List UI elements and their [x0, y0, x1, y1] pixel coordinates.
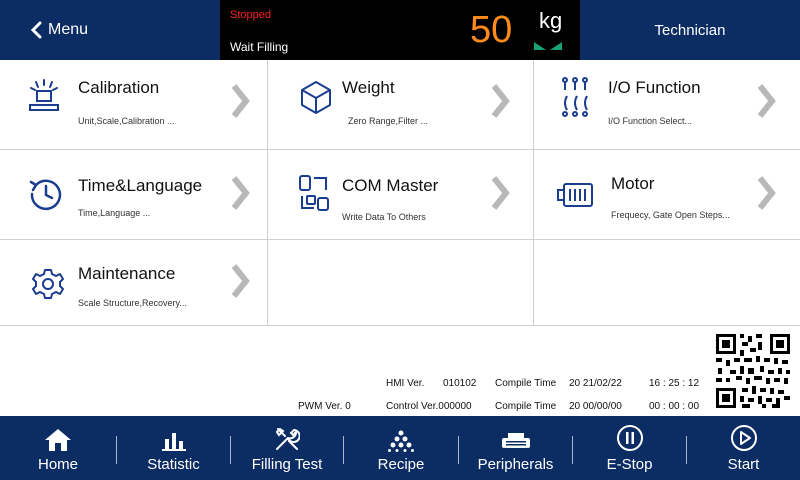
motor-icon [557, 183, 593, 207]
nav-label: Recipe [377, 456, 425, 473]
nav-label: Filling Test [251, 456, 323, 473]
menu-item-title: Time&Language [78, 176, 203, 195]
calibration-icon [29, 79, 59, 111]
empty-cell [534, 240, 800, 326]
version-info: HMI Ver. 010102 Compile Time 20 21/02/22… [0, 326, 800, 416]
recipe-icon [388, 430, 414, 452]
nav-label: Home [37, 456, 78, 473]
home-icon [45, 429, 71, 451]
menu-item-maintenance[interactable]: Maintenance Scale Structure,Recovery... [0, 240, 268, 326]
menu-item-title: Maintenance [78, 264, 176, 283]
chevron-right-icon [757, 84, 776, 118]
play-circle-icon [730, 425, 757, 451]
menu-item-title: Weight [342, 78, 395, 97]
compile-time: 16 : 25 : 12 [649, 378, 700, 389]
pwm-version: PWM Ver. 0 [298, 401, 351, 412]
menu-grid: Calibration Unit,Scale,Calibration ... W… [0, 60, 800, 326]
io-icon [562, 77, 588, 117]
top-bar: Menu Stopped Wait Filling 50 kg Technici… [0, 0, 800, 60]
menu-item-weight[interactable]: Weight Zero Range,Filter ... [268, 60, 534, 150]
empty-cell [268, 240, 534, 326]
nav-peripherals[interactable]: Peripherals [459, 416, 572, 480]
menu-button[interactable]: Menu [0, 0, 120, 60]
menu-item-calibration[interactable]: Calibration Unit,Scale,Calibration ... [0, 60, 268, 150]
menu-item-subtitle: Write Data To Others [342, 212, 426, 222]
gear-icon [32, 269, 64, 299]
menu-item-subtitle: Time,Language ... [78, 208, 151, 218]
user-role-button[interactable]: Technician [580, 0, 800, 60]
qr-code [714, 332, 792, 410]
compile-time-label: Compile Time [495, 401, 557, 412]
cube-icon [301, 81, 331, 114]
bar-chart-icon [161, 433, 186, 451]
menu-item-time-language[interactable]: Time&Language Time,Language ... [0, 150, 268, 240]
bottom-nav: Home Statistic Filling Test Recipe Perip… [0, 416, 800, 480]
weight-value: 50 [470, 9, 513, 51]
menu-item-subtitle: Zero Range,Filter ... [348, 116, 429, 126]
pause-circle-icon [616, 425, 643, 451]
status-panel: Stopped Wait Filling 50 kg [220, 0, 580, 60]
clock-icon [29, 179, 62, 211]
nav-statistic[interactable]: Statistic [117, 416, 230, 480]
chevron-right-icon [231, 176, 250, 210]
compile-time: 00 : 00 : 00 [649, 401, 700, 412]
menu-item-subtitle: Frequecy, Gate Open Steps... [611, 210, 730, 220]
status-state: Stopped [230, 9, 271, 21]
nav-label: Start [727, 456, 760, 473]
stable-indicator-icon [534, 42, 562, 50]
menu-item-motor[interactable]: Motor Frequecy, Gate Open Steps... [534, 150, 800, 240]
menu-item-com-master[interactable]: COM Master Write Data To Others [268, 150, 534, 240]
chevron-right-icon [491, 84, 510, 118]
control-version: Control Ver.000000 [386, 401, 472, 412]
com-icon [299, 175, 329, 211]
chevron-right-icon [491, 176, 510, 210]
nav-label: E-Stop [606, 456, 653, 473]
hmi-version-label: HMI Ver. [386, 378, 425, 389]
menu-item-subtitle: I/O Function Select... [608, 116, 693, 126]
nav-label: Statistic [147, 456, 200, 473]
menu-item-io-function[interactable]: I/O Function I/O Function Select... [534, 60, 800, 150]
tools-icon [275, 427, 300, 450]
nav-home[interactable]: Home [0, 416, 116, 480]
nav-label: Peripherals [477, 456, 554, 473]
menu-item-title: COM Master [342, 176, 439, 195]
status-mode: Wait Filling [230, 40, 289, 54]
chevron-right-icon [231, 264, 250, 298]
compile-date: 20 21/02/22 [569, 378, 622, 389]
chevron-right-icon [757, 176, 776, 210]
nav-e-stop[interactable]: E-Stop [573, 416, 686, 480]
chevron-left-icon [30, 21, 42, 39]
nav-recipe[interactable]: Recipe [344, 416, 458, 480]
hmi-version-value: 010102 [443, 378, 477, 389]
printer-icon [501, 433, 530, 448]
nav-start[interactable]: Start [687, 416, 800, 480]
menu-item-title: I/O Function [608, 78, 701, 97]
menu-item-title: Calibration [78, 78, 160, 97]
compile-date: 20 00/00/00 [569, 401, 622, 412]
nav-filling-test[interactable]: Filling Test [231, 416, 343, 480]
compile-time-label: Compile Time [495, 378, 557, 389]
menu-item-subtitle: Scale Structure,Recovery... [78, 298, 187, 308]
chevron-right-icon [231, 84, 250, 118]
menu-item-subtitle: Unit,Scale,Calibration ... [78, 116, 175, 126]
menu-item-title: Motor [611, 174, 655, 193]
weight-unit: kg [539, 8, 563, 33]
menu-label: Menu [48, 21, 89, 38]
